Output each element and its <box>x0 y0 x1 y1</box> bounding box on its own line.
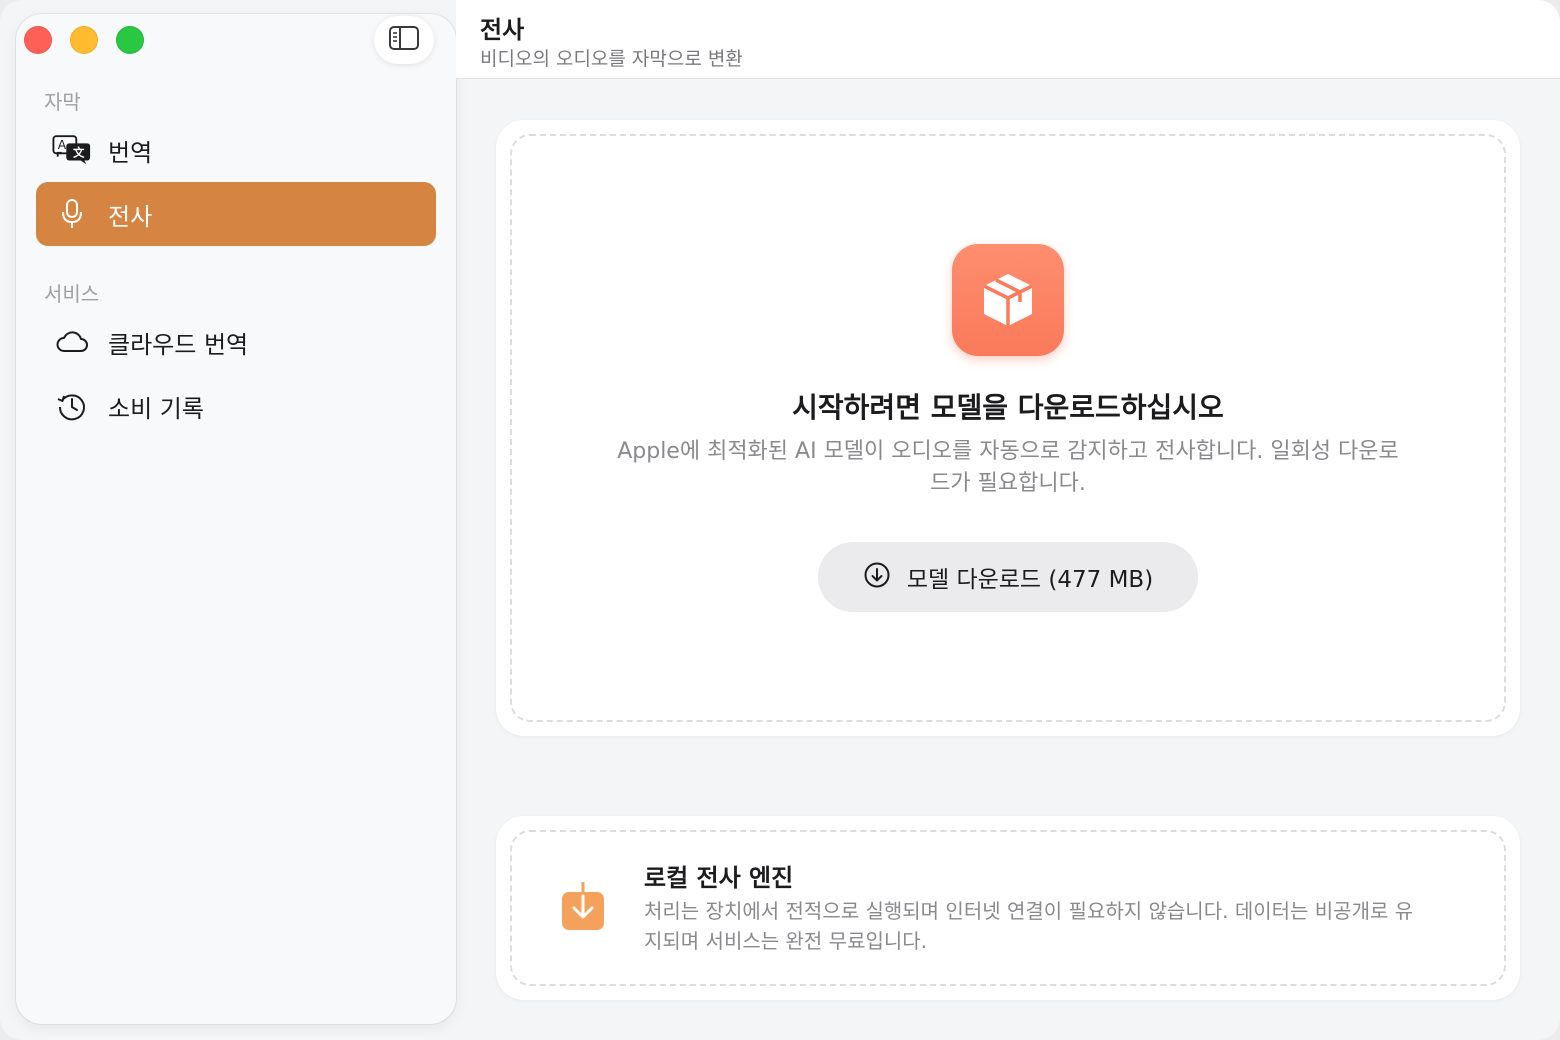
download-description: Apple에 최적화된 AI 모델이 오디오를 자동으로 감지하고 전사합니다.… <box>617 439 1399 496</box>
engine-title: 로컬 전사 엔진 <box>644 864 794 892</box>
download-model-card: 시작하려면 모델을 다운로드하십시오 Apple에 최적화된 AI 모델이 오디… <box>496 120 1520 736</box>
sidebar-item-cloud-translate[interactable]: 클라우드 번역 <box>36 310 436 374</box>
microphone-icon <box>52 194 92 234</box>
page-title: 전사 <box>480 16 525 44</box>
sidebar-item-transcribe[interactable]: 전사 <box>36 182 436 246</box>
sidebar-item-usage-history[interactable]: 소비 기록 <box>36 374 436 438</box>
download-button-label: 모델 다운로드 (477 MB) <box>906 567 1154 593</box>
sidebar-toggle-button[interactable] <box>374 16 434 64</box>
section-label-subtitles: 자막 <box>44 90 81 114</box>
sidebar-item-translate[interactable]: A 文 번역 <box>36 118 436 182</box>
sidebar-item-label: 번역 <box>108 138 153 167</box>
sidebar-item-label: 클라우드 번역 <box>108 330 249 359</box>
app-window: 자막 A 文 번역 전사 서비스 클라우드 번역 소비 기록 전사 비디오의 오… <box>0 0 1560 1040</box>
dashed-border <box>510 134 1506 722</box>
download-circle-icon <box>863 561 891 593</box>
svg-text:文: 文 <box>73 146 85 160</box>
engine-description: 처리는 장치에서 전적으로 실행되며 인터넷 연결이 필요하지 않습니다. 데이… <box>644 899 1414 953</box>
download-box-icon <box>560 880 606 938</box>
minimize-window-button[interactable] <box>70 26 98 54</box>
close-window-button[interactable] <box>24 26 52 54</box>
sidebar: 자막 A 文 번역 전사 서비스 클라우드 번역 소비 기록 <box>16 14 456 1024</box>
download-model-button[interactable]: 모델 다운로드 (477 MB) <box>818 542 1198 612</box>
sidebar-item-label: 소비 기록 <box>108 394 204 423</box>
svg-text:A: A <box>58 138 67 152</box>
section-label-services: 서비스 <box>44 282 100 306</box>
sidebar-toggle-icon <box>388 25 420 55</box>
local-engine-card: 로컬 전사 엔진 처리는 장치에서 전적으로 실행되며 인터넷 연결이 필요하지… <box>496 816 1520 1000</box>
page-header: 전사 비디오의 오디오를 자막으로 변환 <box>456 0 1560 79</box>
sidebar-item-label: 전사 <box>108 202 153 231</box>
cloud-icon <box>52 322 92 362</box>
zoom-window-button[interactable] <box>116 26 144 54</box>
translate-icon: A 文 <box>52 130 92 170</box>
history-icon <box>52 386 92 426</box>
page-subtitle: 비디오의 오디오를 자막으로 변환 <box>480 48 743 70</box>
download-headline: 시작하려면 모델을 다운로드하십시오 <box>792 391 1224 424</box>
package-icon <box>952 244 1064 356</box>
